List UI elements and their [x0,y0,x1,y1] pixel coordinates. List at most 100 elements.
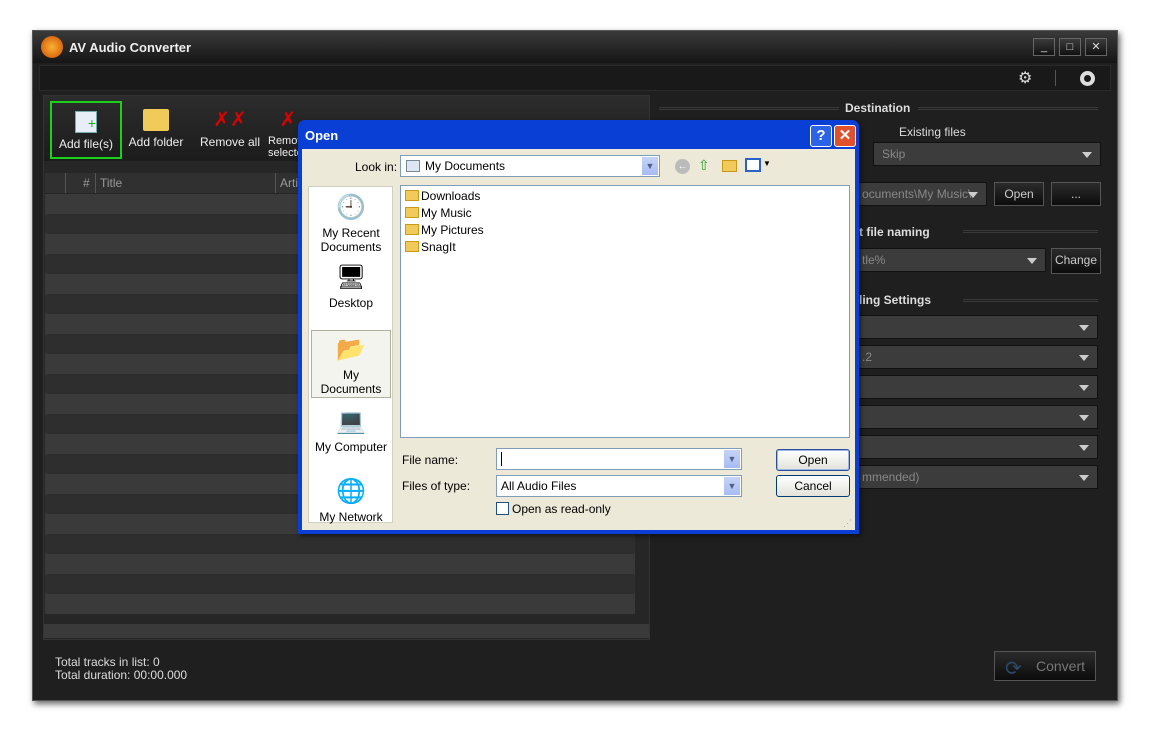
folder-item[interactable]: My Pictures [405,223,484,240]
open-button[interactable]: Open [776,449,850,471]
encoding-dropdown[interactable] [853,375,1098,399]
browse-button[interactable]: ... [1051,182,1101,206]
back-icon[interactable]: ← [675,159,690,174]
table-row [45,594,635,614]
naming-pattern-field[interactable]: tle% [853,248,1046,272]
column-title[interactable]: Title [100,176,122,190]
app-title: AV Audio Converter [69,40,192,55]
divider [963,299,1098,302]
open-destination-button[interactable]: Open [994,182,1044,206]
chevron-down-icon: ▼ [724,477,740,495]
encoding-dropdown[interactable] [853,315,1098,339]
file-name-label: File name: [402,453,459,467]
dialog-close-button[interactable]: ✕ [834,125,856,147]
place-desktop[interactable]: 🖥 Desktop [309,263,393,310]
naming-heading: t file naming [859,225,930,239]
table-row [45,574,635,594]
close-button[interactable]: ✕ [1085,38,1107,56]
existing-files-dropdown[interactable]: Skip [873,142,1101,166]
convert-label: Convert [1035,658,1085,674]
network-icon: 🌐 [336,478,366,505]
folder-item[interactable]: SnagIt [405,240,456,257]
read-only-checkbox[interactable] [496,502,509,515]
encoding-dropdown[interactable] [853,405,1098,429]
desktop-icon: 🖥 [336,264,367,291]
folder-name: Downloads [421,189,481,203]
change-naming-button[interactable]: Change [1051,248,1101,274]
add-files-label: Add file(s) [58,137,114,151]
place-my-network[interactable]: 🌐 My Network [309,477,393,524]
folder-item[interactable]: Downloads [405,189,480,206]
gears-icon[interactable]: ⚙ [1018,68,1032,88]
total-duration: Total duration: 00:00.000 [55,668,188,682]
table-row [45,554,635,574]
divider [659,107,839,110]
chevron-down-icon: ▼ [642,157,658,175]
divider [918,107,1098,110]
horizontal-scrollbar[interactable] [44,624,649,638]
divider [963,230,1098,233]
folder-item[interactable]: My Music [405,206,472,223]
minimize-button[interactable]: _ [1033,38,1055,56]
place-label: My Recent Documents [320,226,382,254]
dialog-title: Open [305,128,339,143]
add-files-button[interactable]: + Add file(s) [50,101,122,159]
table-row [45,534,635,554]
place-label: Desktop [328,296,374,310]
folder-name: My Music [421,206,472,220]
divider [1055,70,1056,86]
add-file-icon: + [75,111,97,133]
destination-path-field[interactable]: ocuments\My Music\ [853,182,987,206]
music-folder-icon [405,207,419,218]
add-folder-icon [143,109,169,131]
look-in-value: My Documents [425,159,506,173]
pictures-folder-icon [405,224,419,235]
add-folder-button[interactable]: Add folder [120,101,192,159]
folder-name: My Pictures [421,223,484,237]
folder-name: SnagIt [421,240,456,254]
column-number[interactable]: # [83,176,90,190]
resize-grip-icon[interactable]: ⋰ [843,518,852,529]
convert-button[interactable]: ⟳ Convert [994,651,1096,681]
existing-files-label: Existing files [899,125,966,139]
encoding-dropdown[interactable]: mmended) [853,465,1098,489]
app-logo-icon [41,36,63,58]
caret-down-icon[interactable]: ▼ [763,159,771,168]
encoding-dropdown[interactable]: .2 [853,345,1098,369]
remove-selected-icon: ✗ [279,109,297,131]
view-menu-icon[interactable] [745,158,761,172]
files-of-type-value: All Audio Files [501,479,577,493]
folder-icon: 📂 [336,336,366,363]
lifebuoy-icon[interactable] [1080,71,1095,86]
computer-icon: 💻 [336,408,366,435]
encoding-dropdown[interactable] [853,435,1098,459]
file-list: Downloads My Music My Pictures SnagIt [400,185,850,438]
look-in-dropdown[interactable]: My Documents ▼ [400,155,660,177]
status-area: Total tracks in list: 0 Total duration: … [55,656,187,682]
dialog-body: Look in: My Documents ▼ ← ⇧ ▼ 🕘 My Recent … [302,149,855,530]
add-folder-label: Add folder [128,135,184,149]
up-folder-icon[interactable]: ⇧ [698,157,710,174]
maximize-button[interactable]: □ [1059,38,1081,56]
cancel-button[interactable]: Cancel [776,475,850,497]
file-name-input[interactable]: ▼ [496,448,742,470]
place-recent[interactable]: 🕘 My Recent Documents [309,193,393,254]
files-of-type-label: Files of type: [402,479,471,493]
open-dialog: Open ? ✕ Look in: My Documents ▼ ← ⇧ ▼ 🕘 M… [298,120,859,534]
place-my-documents[interactable]: 📂 My Documents [311,330,391,398]
clock-icon: 🕘 [336,194,366,221]
new-folder-icon[interactable] [722,160,737,172]
title-bar: AV Audio Converter _ □ ✕ [33,31,1117,63]
place-my-computer[interactable]: 💻 My Computer [309,407,393,454]
chevron-down-icon: ▼ [724,450,740,468]
read-only-label: Open as read-only [512,502,611,516]
top-bar: ⚙ [39,65,1111,91]
files-of-type-dropdown[interactable]: All Audio Files ▼ [496,475,742,497]
my-documents-icon [406,160,420,172]
remove-all-label: Remove all [199,135,261,149]
remove-all-button[interactable]: ✗✗ Remove all [194,101,266,159]
remove-all-icon: ✗✗ [213,109,247,131]
convert-icon: ⟳ [1005,658,1022,680]
folder-icon [405,190,419,201]
help-button[interactable]: ? [810,125,832,147]
